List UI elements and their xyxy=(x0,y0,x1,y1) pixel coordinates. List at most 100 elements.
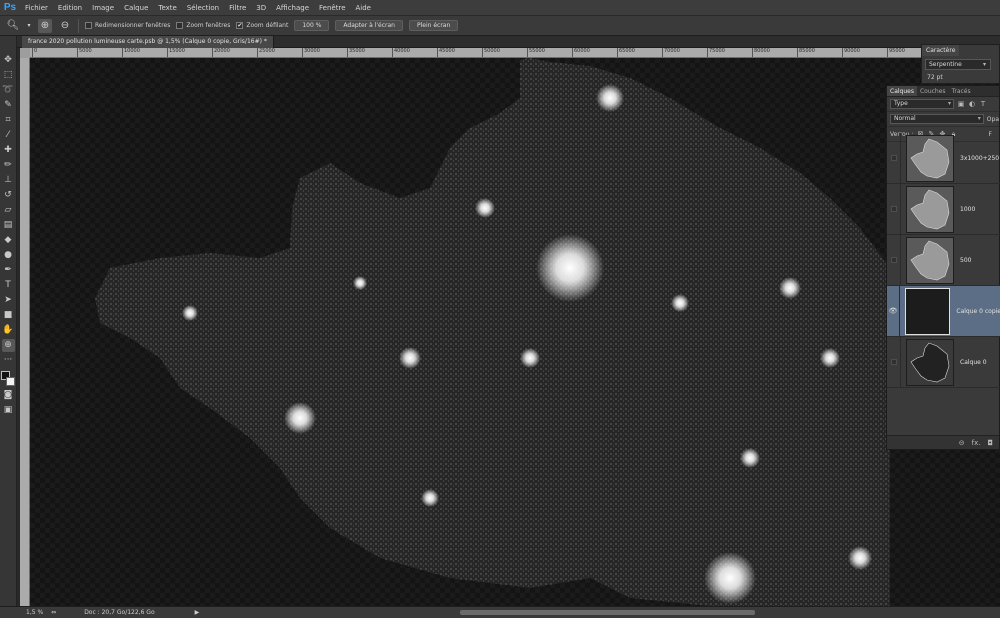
move-tool-icon[interactable]: ✥ xyxy=(2,54,15,67)
photoshop-logo[interactable]: Ps xyxy=(0,0,20,16)
layer-row[interactable]: 👁︎ Calque 0 copie xyxy=(887,285,1000,337)
layer-name: Calque 0 copie xyxy=(956,307,1000,315)
filter-type-icon[interactable]: T xyxy=(979,100,987,108)
resize-windows-checkbox[interactable] xyxy=(85,22,92,29)
ruler-origin[interactable] xyxy=(20,48,30,58)
zoom-windows-checkbox[interactable] xyxy=(176,22,184,29)
hand-tool-icon[interactable]: ✋ xyxy=(2,324,15,337)
lasso-tool-icon[interactable]: ➰ xyxy=(2,84,15,97)
menu-aide[interactable]: Aide xyxy=(351,0,376,16)
background-color-swatch[interactable] xyxy=(6,377,15,386)
layer-thumbnail[interactable] xyxy=(906,134,954,182)
rouen-glow xyxy=(475,198,495,218)
brush-tool-icon[interactable]: ✏ xyxy=(2,159,15,172)
scrubby-zoom-option[interactable]: ✔ Zoom défilant xyxy=(236,22,288,29)
menu-fichier[interactable]: Fichier xyxy=(20,0,53,16)
crop-tool-icon[interactable]: ⌗ xyxy=(2,114,15,127)
layer-row[interactable]: 1000 xyxy=(887,183,1000,235)
quick-selection-tool-icon[interactable]: ✎ xyxy=(2,99,15,112)
zoom-level-field[interactable]: 1,5 % xyxy=(0,609,51,616)
color-swatches[interactable] xyxy=(1,371,15,387)
layers-footer: ⊝ fx. ◘ xyxy=(887,435,999,449)
zoom-tool-icon[interactable]: ⊕ xyxy=(1,339,15,352)
menu-bar: Ps Fichier Edition Image Calque Texte Sé… xyxy=(0,0,1000,16)
marquee-tool-icon[interactable]: ⬚ xyxy=(2,69,15,82)
blur-tool-icon[interactable]: ◆ xyxy=(2,234,15,247)
menu-3d[interactable]: 3D xyxy=(251,0,271,16)
visibility-toggle[interactable] xyxy=(887,234,901,286)
menu-calque[interactable]: Calque xyxy=(119,0,153,16)
resize-windows-option[interactable]: Redimensionner fenêtres xyxy=(85,22,170,29)
horizontal-scrollbar[interactable] xyxy=(460,610,755,615)
zoom-tool-preset-icon[interactable]: 🔍︎ xyxy=(6,19,20,33)
clone-stamp-tool-icon[interactable]: ⊥ xyxy=(2,174,15,187)
more-tools-icon[interactable]: ··· xyxy=(2,354,15,367)
visibility-toggle[interactable] xyxy=(887,336,901,388)
zoom-windows-option[interactable]: Zoom fenêtres xyxy=(176,22,230,29)
screen-mode-icon[interactable]: ▣ xyxy=(2,404,15,417)
document-canvas[interactable] xyxy=(30,58,1000,606)
visibility-toggle[interactable] xyxy=(887,183,901,235)
font-family-select[interactable]: Serpentine ▾ xyxy=(925,59,991,70)
layer-row[interactable]: 500 xyxy=(887,234,1000,286)
dodge-tool-icon[interactable]: ● xyxy=(2,249,15,262)
tab-traces[interactable]: Tracés xyxy=(949,86,974,96)
horizontal-ruler[interactable]: 0 5000 10000 15000 20000 25000 30000 35000 40000… xyxy=(30,48,1000,58)
menu-affichage[interactable]: Affichage xyxy=(271,0,314,16)
filter-pixel-icon[interactable]: ▣ xyxy=(957,100,965,108)
layer-thumbnail[interactable] xyxy=(906,338,954,386)
fx-icon[interactable]: fx. xyxy=(972,439,981,447)
tours-glow xyxy=(421,489,439,507)
font-size-value[interactable]: 72 pt xyxy=(927,74,943,81)
ruler-label: 40000 xyxy=(392,48,410,57)
link-layers-icon[interactable]: ⊝ xyxy=(959,439,965,447)
pen-tool-icon[interactable]: ✒ xyxy=(2,264,15,277)
visibility-toggle[interactable] xyxy=(887,132,901,184)
character-tab[interactable]: Caractère xyxy=(922,45,960,56)
gradient-tool-icon[interactable]: ▤ xyxy=(2,219,15,232)
dropdown-arrow-icon[interactable]: ▾ xyxy=(26,19,32,33)
menu-texte[interactable]: Texte xyxy=(153,0,181,16)
blend-mode-select[interactable]: Normal ▾ xyxy=(890,114,984,124)
document-tab[interactable]: france 2020 pollution lumineuse carte.ps… xyxy=(22,36,274,48)
ruler-label: 45000 xyxy=(437,48,455,57)
layer-thumbnail[interactable] xyxy=(906,185,954,233)
menu-image[interactable]: Image xyxy=(87,0,119,16)
tab-couches[interactable]: Couches xyxy=(917,86,949,96)
ruler-label: 80000 xyxy=(752,48,770,57)
zoom-100-button[interactable]: 100 % xyxy=(294,20,330,31)
healing-brush-tool-icon[interactable]: ✚ xyxy=(2,144,15,157)
vertical-ruler[interactable] xyxy=(20,58,30,606)
scrubby-zoom-checkbox[interactable]: ✔ xyxy=(236,22,244,29)
zoom-out-icon[interactable]: ⊖ xyxy=(58,19,72,33)
eye-icon[interactable]: 👁︎ xyxy=(887,285,901,337)
type-tool-icon[interactable]: T xyxy=(2,279,15,292)
ruler-label: 25000 xyxy=(257,48,275,57)
layer-thumbnail[interactable] xyxy=(906,236,954,284)
fit-screen-button[interactable]: Adapter à l'écran xyxy=(335,20,403,31)
play-icon[interactable]: ▶ xyxy=(155,609,200,616)
layer-row[interactable]: Calque 0 xyxy=(887,336,1000,388)
rectangle-tool-icon[interactable]: ■ xyxy=(2,309,15,322)
quick-mask-icon[interactable]: ◙ xyxy=(2,389,15,402)
layer-filter-select[interactable]: Type ▾ xyxy=(890,99,954,109)
document-size-info[interactable]: Doc : 20,7 Go/122,6 Go xyxy=(56,609,154,616)
filter-adjustment-icon[interactable]: ◐ xyxy=(968,100,976,108)
menu-filtre[interactable]: Filtre xyxy=(224,0,251,16)
menu-selection[interactable]: Sélection xyxy=(182,0,224,16)
full-screen-button[interactable]: Plein écran xyxy=(408,20,459,31)
menu-fenetre[interactable]: Fenêtre xyxy=(314,0,350,16)
path-selection-tool-icon[interactable]: ➤ xyxy=(2,294,15,307)
eraser-tool-icon[interactable]: ▱ xyxy=(2,204,15,217)
layer-row[interactable]: 3x1000+250 xyxy=(887,132,1000,184)
tab-calques[interactable]: Calques xyxy=(887,86,917,96)
eyedropper-tool-icon[interactable]: ⁄ xyxy=(2,129,15,142)
add-mask-icon[interactable]: ◘ xyxy=(987,439,993,447)
font-family-value: Serpentine xyxy=(929,61,962,68)
layer-thumbnail[interactable] xyxy=(905,287,951,335)
history-brush-tool-icon[interactable]: ↺ xyxy=(2,189,15,202)
lyon-glow xyxy=(704,552,756,604)
zoom-in-icon[interactable]: ⊕ xyxy=(38,18,52,33)
tools-panel: ✥ ⬚ ➰ ✎ ⌗ ⁄ ✚ ✏ ⊥ ↺ ▱ ▤ ◆ ● ✒ T ➤ ■ ✋ ⊕ … xyxy=(0,36,17,606)
menu-edition[interactable]: Edition xyxy=(53,0,87,16)
